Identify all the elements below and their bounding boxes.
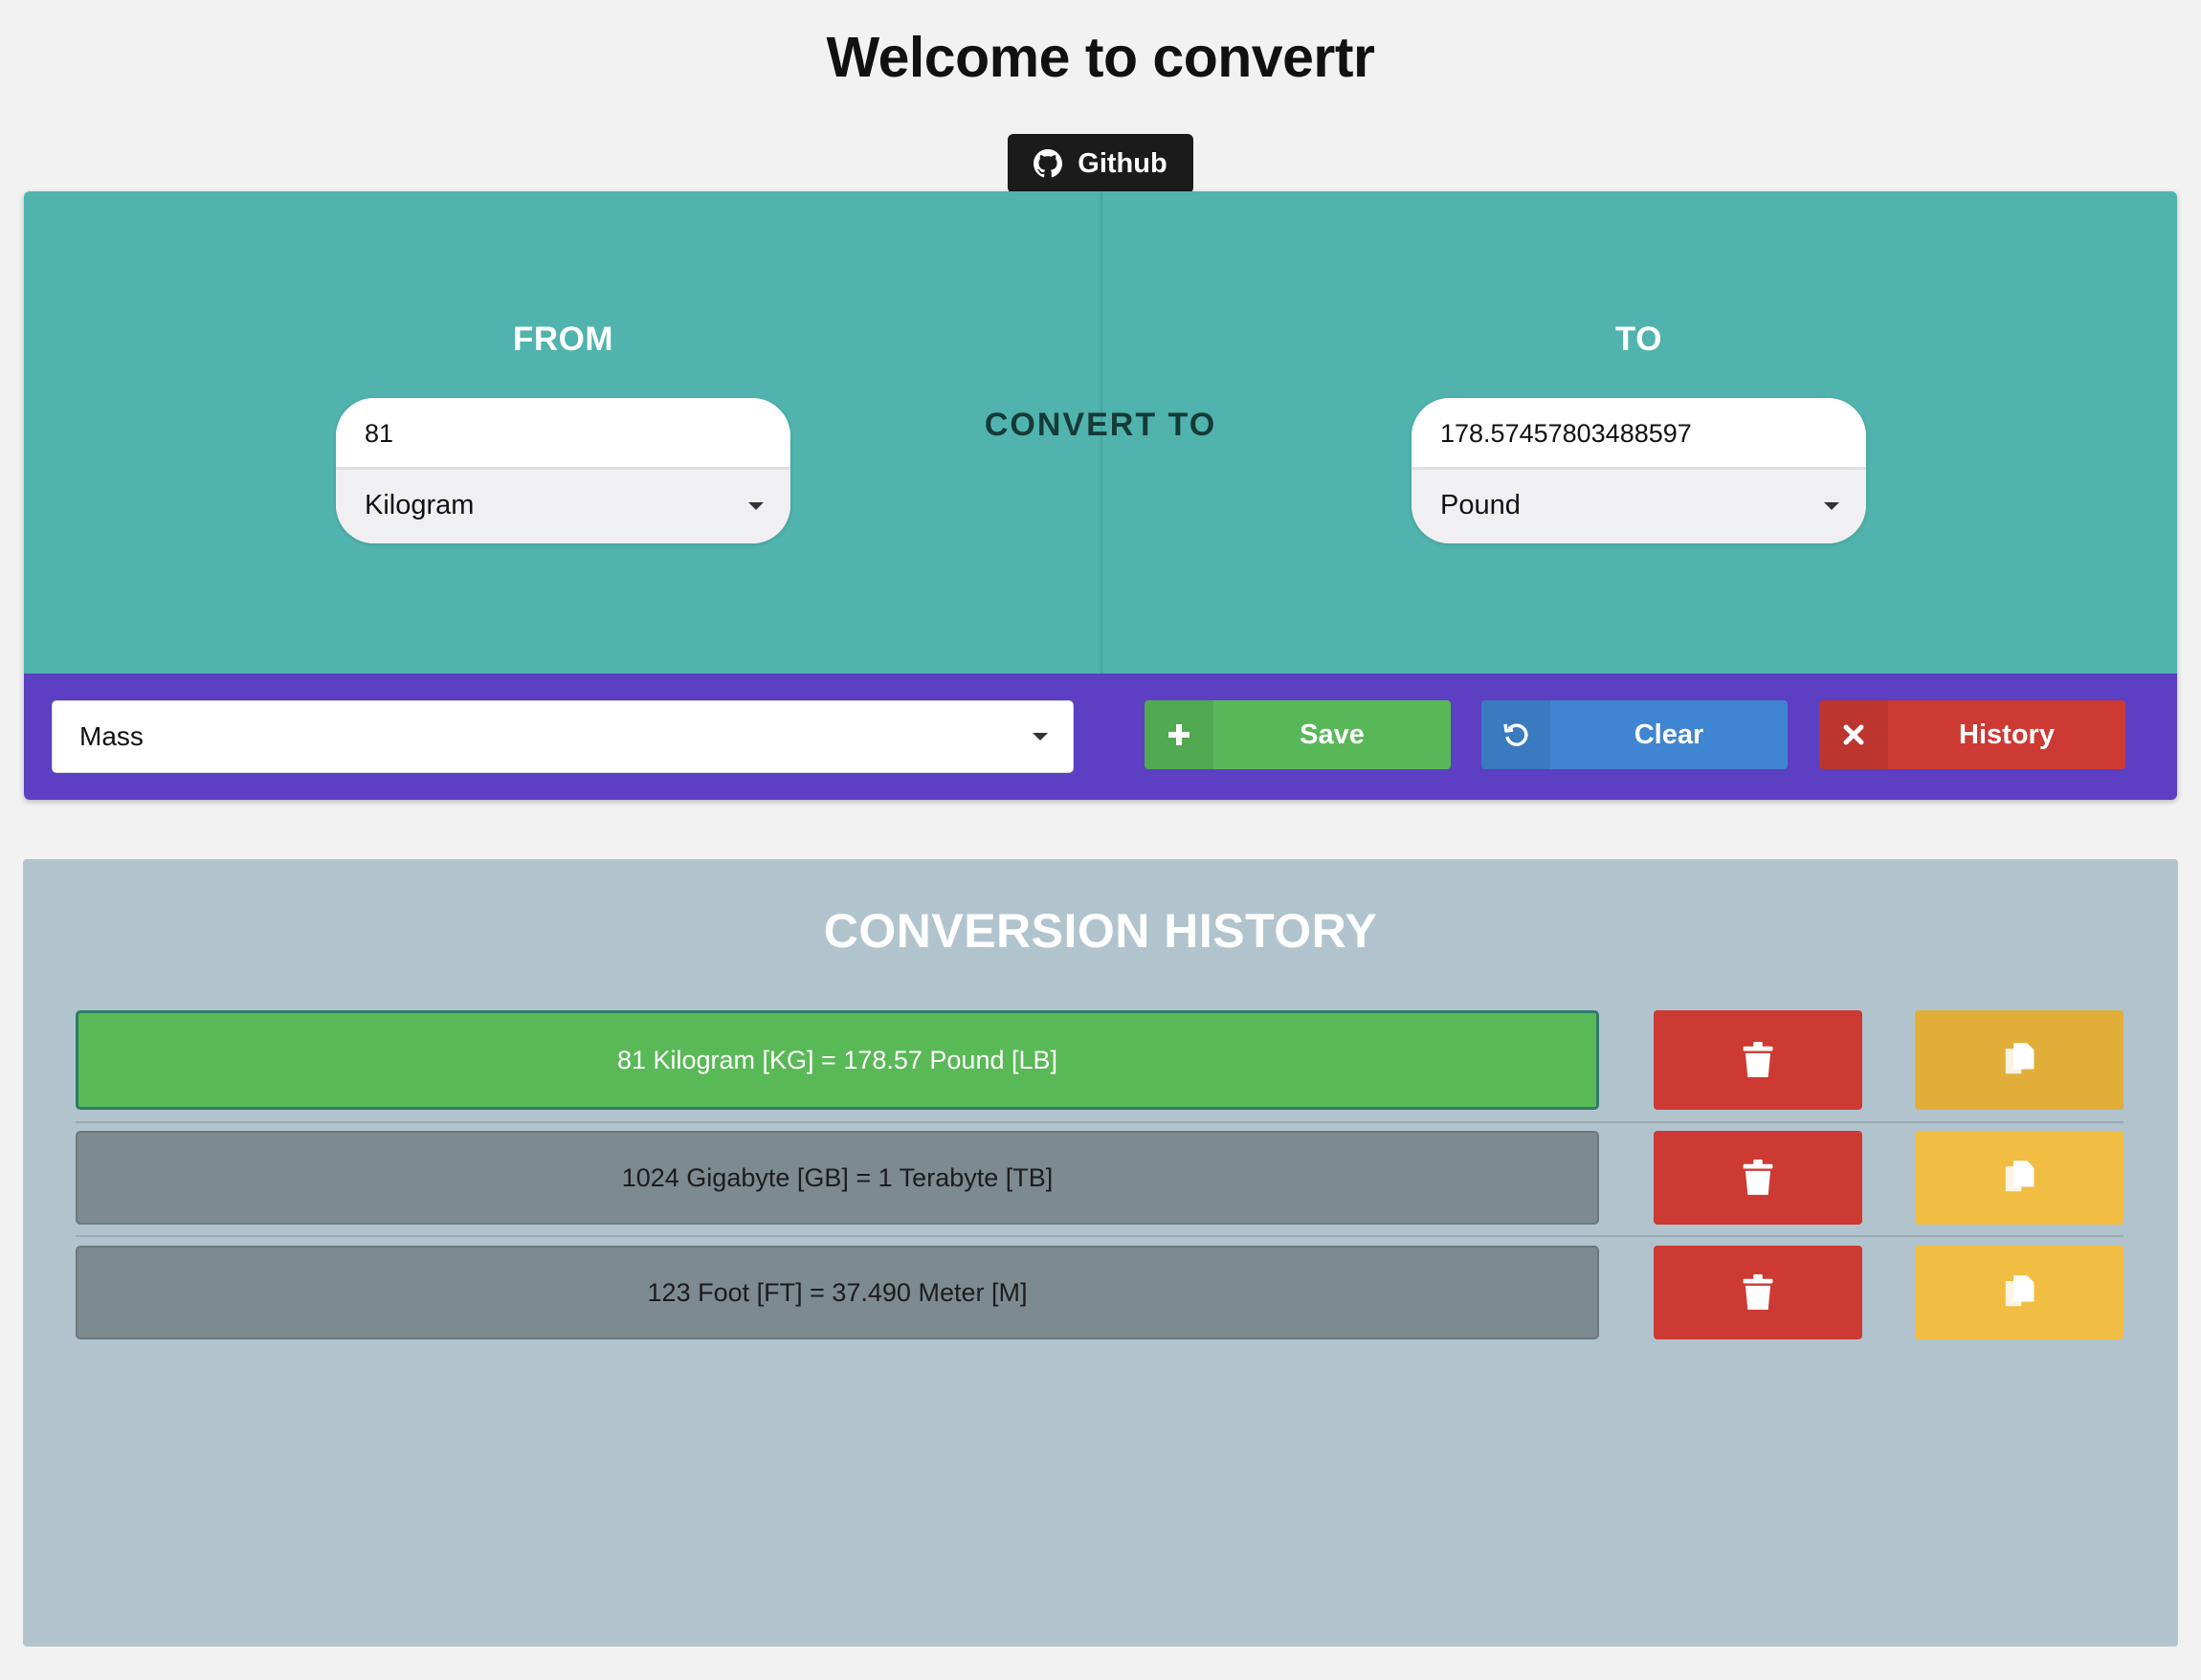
github-icon [1034,149,1063,178]
to-unit-select[interactable]: Pound [1412,470,1866,543]
page-header: Welcome to convertr Github [0,0,2201,193]
chevron-down-icon [1824,502,1839,510]
row-divider [76,1121,2123,1123]
history-row: 123 Foot [FT] = 37.490 Meter [M] [76,1246,2123,1339]
to-value-input[interactable]: 178.57457803488597 [1412,398,1866,470]
trash-icon [1743,1274,1773,1310]
chevron-down-icon [1033,733,1048,741]
delete-button[interactable] [1654,1131,1862,1225]
from-value-input[interactable]: 81 [336,398,790,470]
convert-to-label: CONVERT TO [984,407,1217,443]
history-title: CONVERSION HISTORY [823,904,1378,958]
times-icon [1819,700,1888,769]
history-entry[interactable]: 81 Kilogram [KG] = 178.57 Pound [LB] [76,1010,1599,1110]
save-button[interactable]: Save [1145,700,1451,769]
copy-button[interactable] [1915,1246,2123,1339]
converter-card: FROM TO CONVERT TO 81 Kilogram 178.57457… [24,191,2177,800]
to-unit-box: 178.57457803488597 Pound [1412,398,1866,543]
undo-icon [1481,700,1550,769]
page-title: Welcome to convertr [826,26,1375,89]
trash-icon [1743,1042,1773,1077]
history-button[interactable]: History [1819,700,2125,769]
to-unit-label: Pound [1440,490,1521,520]
category-label: Mass [79,721,144,751]
category-select[interactable]: Mass [52,700,1074,773]
converter-panel: FROM TO CONVERT TO 81 Kilogram 178.57457… [24,191,2177,674]
copy-icon [2005,1275,2034,1307]
from-unit-label: Kilogram [365,490,475,520]
delete-button[interactable] [1654,1010,1862,1110]
from-unit-box: 81 Kilogram [336,398,790,543]
github-label: Github [1078,147,1167,179]
clear-button[interactable]: Clear [1481,700,1788,769]
history-row: 1024 Gigabyte [GB] = 1 Terabyte [TB] [76,1131,2123,1225]
trash-icon [1743,1160,1773,1195]
from-unit-select[interactable]: Kilogram [336,470,790,543]
conversion-history-panel: CONVERSION HISTORY 81 Kilogram [KG] = 17… [23,859,2178,1647]
github-button[interactable]: Github [1008,134,1193,193]
from-label: FROM [512,321,614,358]
history-label: History [1959,718,2055,750]
copy-icon [2005,1161,2034,1192]
history-entry[interactable]: 123 Foot [FT] = 37.490 Meter [M] [76,1246,1599,1339]
copy-icon [2005,1043,2034,1074]
history-row: 81 Kilogram [KG] = 178.57 Pound [LB] [76,1010,2123,1110]
save-label: Save [1300,718,1365,750]
to-label: TO [1615,321,1662,358]
chevron-down-icon [748,502,764,510]
clear-label: Clear [1634,718,1704,750]
action-bar: Mass Save Clear History [24,674,2177,800]
row-divider [76,1235,2123,1237]
copy-button[interactable] [1915,1131,2123,1225]
delete-button[interactable] [1654,1246,1862,1339]
copy-button[interactable] [1915,1010,2123,1110]
history-entry[interactable]: 1024 Gigabyte [GB] = 1 Terabyte [TB] [76,1131,1599,1225]
plus-icon [1145,700,1213,769]
